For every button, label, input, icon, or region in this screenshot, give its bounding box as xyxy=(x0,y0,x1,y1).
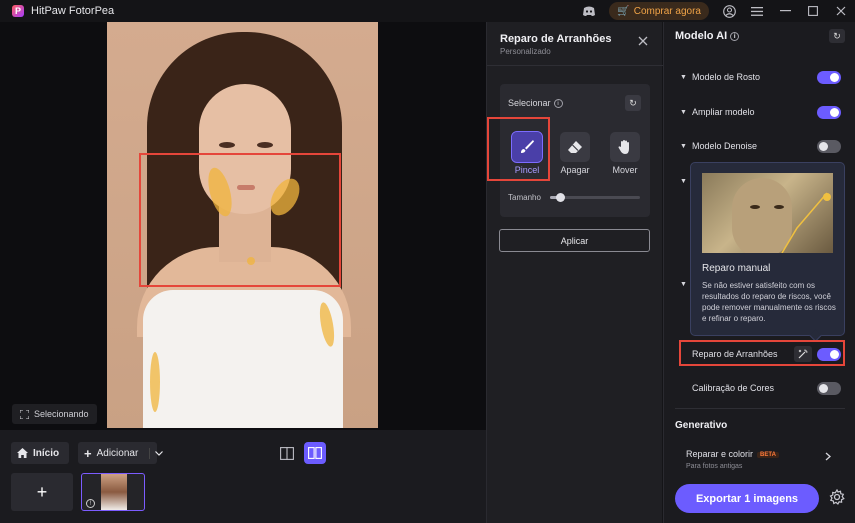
scratch-highlight-frame xyxy=(679,340,845,366)
select-heading: Selecionar i xyxy=(508,98,563,109)
size-slider-handle[interactable] xyxy=(556,193,566,202)
add-label: Adicionar xyxy=(96,447,139,459)
app-title: HitPaw FotorPea xyxy=(31,5,115,17)
color-calibration-label: Calibração de Cores xyxy=(692,383,775,393)
minimize-icon[interactable] xyxy=(771,0,799,22)
account-icon[interactable] xyxy=(715,0,743,22)
tooltip-example-image xyxy=(702,173,833,253)
expand-arrow-icon[interactable]: ▼ xyxy=(680,281,687,288)
move-tool-label: Mover xyxy=(612,165,638,175)
info-icon: i xyxy=(553,99,563,109)
add-button[interactable]: + Adicionar xyxy=(78,442,164,464)
compare-view-button[interactable] xyxy=(276,442,298,464)
title-bar: P HitPaw FotorPea 🛒 Comprar agora xyxy=(0,0,855,22)
export-button[interactable]: Exportar 1 imagens xyxy=(675,484,819,513)
reset-icon[interactable]: ↻ xyxy=(625,95,641,111)
panel-subtitle: Personalizado xyxy=(500,47,551,56)
apply-button[interactable]: Aplicar xyxy=(499,229,650,252)
face-model-row: ▼ Modelo de Rosto xyxy=(664,67,855,87)
scratch-mark xyxy=(150,352,160,412)
selecting-label: Selecionando xyxy=(34,409,89,419)
image-thumbnail[interactable]: ! xyxy=(81,473,145,511)
expand-arrow-icon[interactable]: ▼ xyxy=(680,178,687,185)
beta-badge: BETA xyxy=(757,451,779,458)
ai-model-panel: Modelo AI i ↻ ▼ Modelo de Rosto ▼ Ampliar… xyxy=(663,22,855,523)
highlight-frame xyxy=(139,153,341,287)
cart-icon: 🛒 xyxy=(617,5,630,17)
eraser-icon xyxy=(568,141,582,153)
manual-repair-tooltip: Reparo manual Se não estiver satisfeito … xyxy=(690,162,845,342)
bottom-toolbar: Início + Adicionar + ! xyxy=(0,430,486,523)
home-icon xyxy=(17,448,28,458)
move-tool-button[interactable] xyxy=(610,132,640,162)
color-calibration-row: Calibração de Cores xyxy=(664,378,855,398)
maximize-icon[interactable] xyxy=(799,0,827,22)
ai-model-title: Modelo AI i xyxy=(675,30,740,42)
generative-title: Generativo xyxy=(675,420,728,431)
split-view-icon xyxy=(280,446,294,460)
title-bar-controls: 🛒 Comprar agora xyxy=(575,0,855,22)
home-button[interactable]: Início xyxy=(11,442,69,464)
size-slider[interactable] xyxy=(550,193,640,202)
denoise-model-label: Modelo Denoise xyxy=(692,141,758,151)
side-by-side-view-button[interactable] xyxy=(304,442,326,464)
size-label: Tamanho xyxy=(508,193,541,202)
close-icon[interactable] xyxy=(638,34,648,49)
app-window: P HitPaw FotorPea 🛒 Comprar agora Seleci… xyxy=(0,0,855,523)
close-window-icon[interactable] xyxy=(827,0,855,22)
expand-arrow-icon[interactable]: ▼ xyxy=(680,143,687,150)
discord-icon[interactable] xyxy=(575,0,603,22)
menu-icon[interactable] xyxy=(743,0,771,22)
chevron-down-icon[interactable] xyxy=(149,447,164,459)
tooltip-title: Reparo manual xyxy=(702,263,771,274)
brush-highlight-frame xyxy=(487,117,550,181)
buy-now-label: Comprar agora xyxy=(633,5,701,17)
side-by-side-icon xyxy=(308,447,322,459)
selecting-indicator: Selecionando xyxy=(12,404,97,424)
scratch-repair-panel: Reparo de Arranhões Personalizado Seleci… xyxy=(486,22,663,523)
face-model-toggle[interactable] xyxy=(817,70,841,84)
repair-colorize-item[interactable]: Reparar e colorir BETA xyxy=(686,449,779,459)
face-model-label: Modelo de Rosto xyxy=(692,72,761,82)
image-canvas[interactable]: Selecionando xyxy=(0,22,486,430)
eraser-tool-label: Apagar xyxy=(560,165,590,175)
repair-colorize-subtitle: Para fotos antigas xyxy=(686,463,743,470)
chevron-right-icon[interactable] xyxy=(825,452,831,464)
denoise-model-toggle[interactable] xyxy=(817,139,841,153)
tooltip-description: Se não estiver satisfeito com os resulta… xyxy=(702,281,836,323)
upscale-model-toggle[interactable] xyxy=(817,105,841,119)
hand-icon xyxy=(618,140,629,154)
expand-arrow-icon[interactable]: ▼ xyxy=(680,109,687,116)
add-image-tile[interactable]: + xyxy=(11,473,73,511)
panel-title: Reparo de Arranhões xyxy=(500,33,612,45)
select-frame-icon xyxy=(20,409,29,419)
app-logo-icon: P xyxy=(12,5,24,17)
info-icon: ! xyxy=(86,499,95,508)
buy-now-button[interactable]: 🛒 Comprar agora xyxy=(609,2,709,20)
plus-icon: + xyxy=(84,445,92,461)
denoise-model-row: ▼ Modelo Denoise xyxy=(664,136,855,156)
color-calibration-toggle[interactable] xyxy=(817,381,841,395)
refresh-icon[interactable]: ↻ xyxy=(829,29,845,43)
gear-icon[interactable] xyxy=(829,488,845,510)
expand-arrow-icon[interactable]: ▼ xyxy=(680,74,687,81)
eraser-tool-button[interactable] xyxy=(560,132,590,162)
home-label: Início xyxy=(33,447,60,459)
upscale-model-row: ▼ Ampliar modelo xyxy=(664,102,855,122)
info-icon: i xyxy=(730,31,740,41)
upscale-model-label: Ampliar modelo xyxy=(692,107,755,117)
